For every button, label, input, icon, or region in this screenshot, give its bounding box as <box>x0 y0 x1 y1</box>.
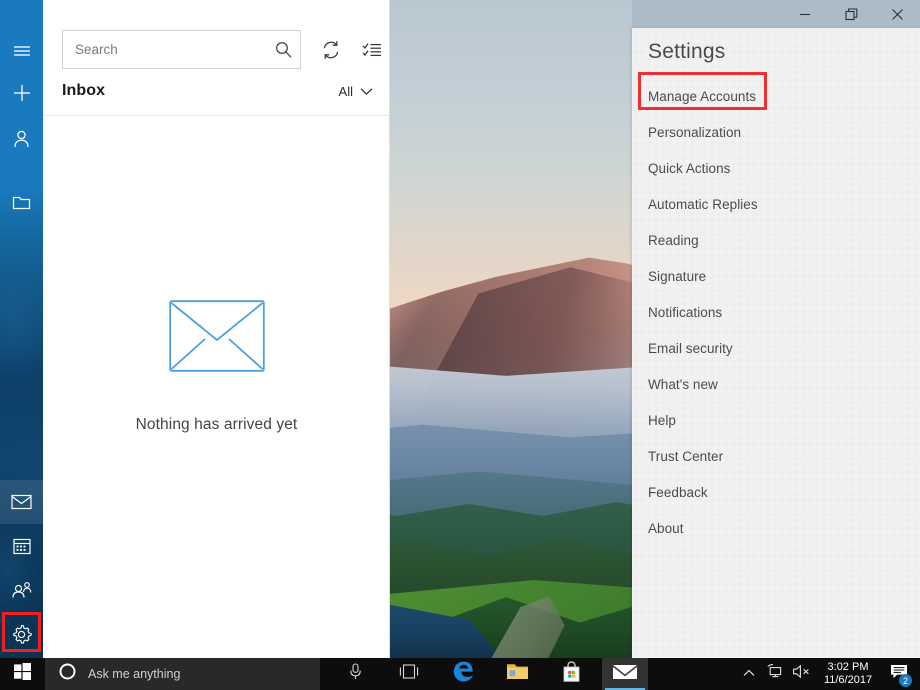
settings-item-label: What's new <box>648 376 718 392</box>
calendar-icon <box>12 537 31 555</box>
filter-label: All <box>338 84 353 99</box>
folder-icon <box>12 194 31 210</box>
settings-item-label: About <box>648 520 684 536</box>
mail-list-pane: Inbox All Nothing has arri <box>43 0 390 658</box>
settings-item-quick-actions[interactable]: Quick Actions <box>632 150 920 186</box>
taskbar-file-explorer[interactable] <box>494 658 540 690</box>
envelope-outline-icon <box>168 300 265 372</box>
taskbar-microphone[interactable] <box>332 658 378 690</box>
empty-state-message: Nothing has arrived yet <box>135 416 298 433</box>
settings-item-label: Personalization <box>648 124 742 140</box>
settings-item-label: Feedback <box>648 484 708 500</box>
network-icon <box>766 664 784 684</box>
taskbar-clock[interactable]: 3:02 PM 11/6/2017 <box>814 658 882 690</box>
action-center-button[interactable]: 2 <box>882 658 916 690</box>
start-button[interactable] <box>0 658 45 690</box>
settings-item-feedback[interactable]: Feedback <box>632 474 920 510</box>
settings-item-about[interactable]: About <box>632 510 920 546</box>
settings-heading: Settings <box>648 40 726 63</box>
task-view-icon <box>398 664 420 684</box>
people-icon <box>11 581 33 599</box>
settings-item-manage-accounts[interactable]: Manage Accounts <box>632 78 920 114</box>
settings-item-label: Signature <box>648 268 707 284</box>
folder-header-row: Inbox All <box>43 78 390 115</box>
selection-mode-icon[interactable] <box>357 38 387 62</box>
settings-item-automatic-replies[interactable]: Automatic Replies <box>632 186 920 222</box>
search-toolbar-row <box>43 0 390 72</box>
message-filter-dropdown[interactable]: All <box>339 84 373 99</box>
search-icon[interactable] <box>266 31 300 68</box>
plus-icon <box>13 84 31 102</box>
envelope-icon <box>612 662 638 686</box>
settings-item-label: Help <box>648 412 676 428</box>
close-button[interactable] <box>874 0 920 28</box>
settings-item-notifications[interactable]: Notifications <box>632 294 920 330</box>
microphone-icon <box>349 663 362 685</box>
volume-muted-icon <box>792 664 811 684</box>
mail-app-window: Inbox All Nothing has arri <box>0 0 390 658</box>
sidebar-item-menu[interactable] <box>0 28 43 72</box>
windows-taskbar: Ask me anything 3:02 PM 11/6/2017 2 <box>0 658 920 690</box>
settings-item-label: Reading <box>648 232 699 248</box>
settings-item-label: Email security <box>648 340 733 356</box>
folder-icon <box>506 662 529 686</box>
settings-item-personalization[interactable]: Personalization <box>632 114 920 150</box>
sidebar-item-calendar[interactable] <box>0 524 43 568</box>
sync-icon[interactable] <box>316 38 346 62</box>
sidebar-item-people[interactable] <box>0 568 43 612</box>
settings-window-titlebar <box>632 0 920 28</box>
volume-button[interactable] <box>788 658 814 690</box>
settings-item-signature[interactable]: Signature <box>632 258 920 294</box>
windows-logo-icon <box>14 663 31 685</box>
clock-date: 11/6/2017 <box>823 674 873 686</box>
search-box[interactable] <box>62 30 301 69</box>
sidebar-item-folders[interactable] <box>0 180 43 224</box>
settings-item-whats-new[interactable]: What's new <box>632 366 920 402</box>
store-bag-icon <box>562 660 581 688</box>
empty-inbox-state: Nothing has arrived yet <box>43 300 390 434</box>
settings-item-email-security[interactable]: Email security <box>632 330 920 366</box>
notification-count-badge: 2 <box>899 674 912 687</box>
person-icon <box>13 130 30 148</box>
settings-item-label: Automatic Replies <box>648 196 758 212</box>
mail-window-right-edge <box>389 0 390 658</box>
settings-item-label: Manage Accounts <box>648 88 757 104</box>
settings-item-trust-center[interactable]: Trust Center <box>632 438 920 474</box>
settings-item-label: Trust Center <box>648 448 724 464</box>
cortana-circle-icon <box>59 663 76 685</box>
minimize-button[interactable] <box>782 0 828 28</box>
sidebar-item-new-mail[interactable] <box>0 71 43 115</box>
taskbar-mail[interactable] <box>602 658 648 690</box>
sidebar-item-mail[interactable] <box>0 480 43 524</box>
cortana-placeholder-text: Ask me anything <box>88 667 181 681</box>
settings-item-label: Quick Actions <box>648 160 731 176</box>
edge-icon <box>452 660 475 688</box>
settings-flyout-panel: Settings Manage Accounts Personalization… <box>632 28 920 658</box>
settings-menu-list: Manage Accounts Personalization Quick Ac… <box>632 78 920 546</box>
hamburger-icon <box>13 43 31 57</box>
settings-item-help[interactable]: Help <box>632 402 920 438</box>
clock-time: 3:02 PM <box>827 661 869 673</box>
search-input[interactable] <box>63 42 266 57</box>
sidebar-item-settings[interactable] <box>0 612 43 656</box>
envelope-icon <box>11 494 32 510</box>
chevron-down-icon <box>360 84 373 99</box>
mail-navigation-sidebar <box>0 0 43 658</box>
settings-item-label: Notifications <box>648 304 723 320</box>
page-title: Inbox <box>62 82 106 99</box>
system-tray: 3:02 PM 11/6/2017 2 <box>736 658 920 690</box>
taskbar-task-view[interactable] <box>386 658 432 690</box>
show-hidden-icons-button[interactable] <box>736 658 762 690</box>
list-divider <box>43 115 390 116</box>
settings-item-reading[interactable]: Reading <box>632 222 920 258</box>
taskbar-edge[interactable] <box>440 658 486 690</box>
chevron-up-icon <box>743 665 755 683</box>
sidebar-item-accounts[interactable] <box>0 117 43 161</box>
taskbar-store[interactable] <box>548 658 594 690</box>
gear-icon <box>11 624 32 645</box>
maximize-restore-button[interactable] <box>828 0 874 28</box>
network-status-button[interactable] <box>762 658 788 690</box>
cortana-search-box[interactable]: Ask me anything <box>45 658 320 690</box>
